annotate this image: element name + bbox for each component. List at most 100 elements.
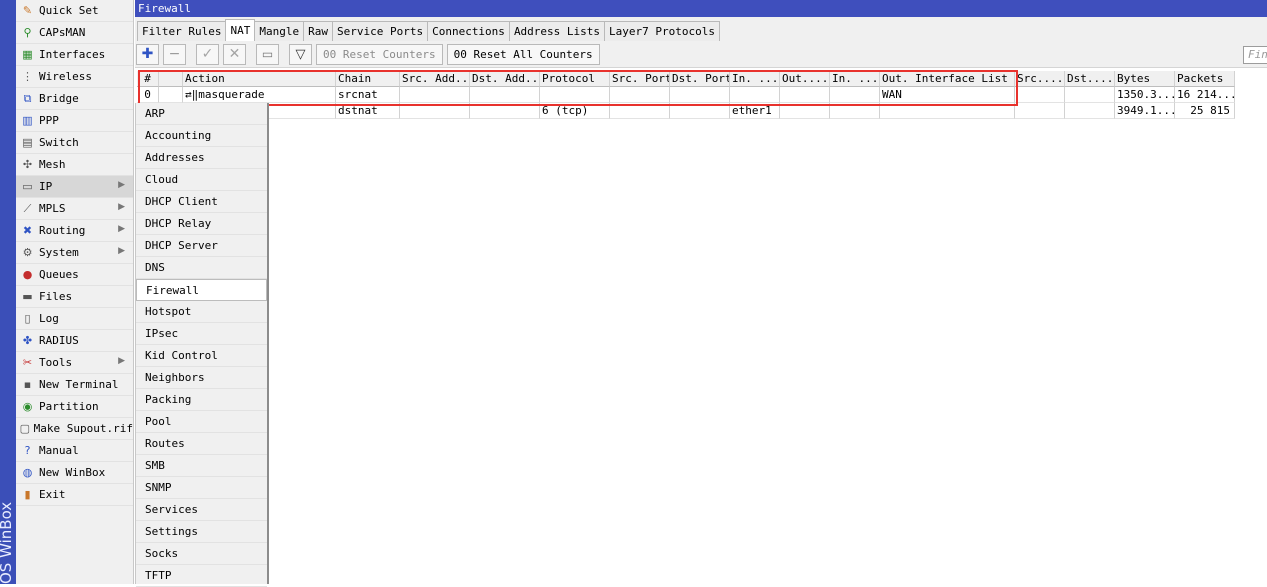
submenu-item-arp[interactable]: ARP [136,103,267,125]
menu-item-ip[interactable]: ▭ IP ▶ [16,176,133,198]
submenu-item-dhcp-client[interactable]: DHCP Client [136,191,267,213]
menu-item-queues[interactable]: ● Queues [16,264,133,286]
table-row[interactable]: 0 ⇄‖masquerade srcnat WAN 1350.3... 16 214... [137,87,1235,103]
submenu-item-services[interactable]: Services [136,499,267,521]
menu-item-radius[interactable]: ✤ RADIUS [16,330,133,352]
tab-layer7-protocols[interactable]: Layer7 Protocols [604,21,720,41]
comment-button[interactable]: ▭ [256,43,279,65]
menu-item-label: Interfaces [39,48,106,61]
submenu-item-settings[interactable]: Settings [136,521,267,543]
table-cell [880,103,1015,119]
window-title[interactable]: Firewall [135,0,1267,17]
menu-item-interfaces[interactable]: ▦ Interfaces [16,44,133,66]
submenu-item-accounting[interactable]: Accounting [136,125,267,147]
tab-nat[interactable]: NAT [225,19,256,41]
column-header[interactable]: In. ... [730,71,780,87]
firewall-window: Firewall Filter Rules NAT Mangle Raw Service… [135,0,1267,584]
column-header[interactable]: Dst. Add... [470,71,540,87]
submenu-arrow-icon: ▶ [118,202,125,212]
column-header[interactable]: Dst.... [1065,71,1115,87]
menu-item-wireless[interactable]: ⋮ Wireless [16,66,133,88]
column-header[interactable]: # [137,71,159,87]
switch-icon: ▤ [22,136,33,149]
menu-item-switch[interactable]: ▤ Switch [16,132,133,154]
submenu-item-pool[interactable]: Pool [136,411,267,433]
column-header[interactable]: Src. Port [610,71,670,87]
plus-icon: ✚ [141,46,154,62]
column-header[interactable]: Src.... [1015,71,1065,87]
submenu-item-packing[interactable]: Packing [136,389,267,411]
column-header[interactable]: Bytes [1115,71,1175,87]
menu-item-bridge[interactable]: ⧉ Bridge [16,88,133,110]
disable-button[interactable]: ✕ [223,43,246,65]
submenu-item-snmp[interactable]: SNMP [136,477,267,499]
submenu-item-smb[interactable]: SMB [136,455,267,477]
tab-address-lists[interactable]: Address Lists [508,21,606,41]
reset-all-counters-button[interactable]: 00 Reset All Counters [446,43,600,65]
table-header: # Action Chain Src. Add... Dst. Add... Protoc… [137,71,1235,87]
table-cell [1065,103,1115,119]
column-header[interactable]: In. ... [830,71,880,87]
tab-filter-rules[interactable]: Filter Rules [137,21,227,41]
table-cell [830,103,880,119]
table-row[interactable]: dstnat 6 (tcp) ether1 3949.1... 25 815 [137,103,1235,119]
submenu-item-dns[interactable]: DNS [136,257,267,279]
tab-raw[interactable]: Raw [303,21,333,41]
submenu-item-hotspot[interactable]: Hotspot [136,301,267,323]
remove-button[interactable]: − [163,43,186,65]
menu-item-exit[interactable]: ▮ Exit [16,484,133,506]
menu-item-tools[interactable]: ✂ Tools ▶ [16,352,133,374]
submenu-item-ipsec[interactable]: IPsec [136,323,267,345]
menu-item-new-terminal[interactable]: ▪ New Terminal [16,374,133,396]
files-icon: ▬ [22,290,33,303]
menu-item-partition[interactable]: ◉ Partition [16,396,133,418]
enable-button[interactable]: ✓ [196,43,219,65]
menu-item-label: New WinBox [39,466,106,479]
submenu-item-routes[interactable]: Routes [136,433,267,455]
column-header[interactable]: Packets [1175,71,1235,87]
column-header[interactable] [159,71,183,87]
menu-item-manual[interactable]: ? Manual [16,440,133,462]
column-header[interactable]: Src. Add... [400,71,470,87]
menu-item-mesh[interactable]: ✣ Mesh [16,154,133,176]
filter-button[interactable]: ▽ [289,43,312,65]
menu-item-log[interactable]: ▯ Log [16,308,133,330]
tab-mangle[interactable]: Mangle [254,21,305,41]
column-header[interactable]: Protocol [540,71,610,87]
tab-connections[interactable]: Connections [427,21,510,41]
reset-counters-button[interactable]: 00 Reset Counters [316,43,443,65]
submenu-item-firewall[interactable]: Firewall [136,279,267,301]
menu-item-system[interactable]: ⚙ System ▶ [16,242,133,264]
column-header[interactable]: Chain [336,71,400,87]
menu-item-capsman[interactable]: ⚲ CAPsMAN [16,22,133,44]
routing-icon: ✖ [22,224,33,237]
menu-item-mpls[interactable]: ⟋ MPLS ▶ [16,198,133,220]
menu-item-files[interactable]: ▬ Files [16,286,133,308]
tab-bar: Filter Rules NAT Mangle Raw Service Ports Con… [135,17,1267,41]
menu-item-make-supout-rif[interactable]: ▢ Make Supout.rif [16,418,133,440]
add-button[interactable]: ✚ [136,43,159,65]
submenu-item-cloud[interactable]: Cloud [136,169,267,191]
submenu-item-neighbors[interactable]: Neighbors [136,367,267,389]
column-header[interactable]: Out. Interface List [880,71,1015,87]
tools-icon: ✂ [22,356,33,369]
column-header[interactable]: Action [183,71,336,87]
submenu-item-addresses[interactable]: Addresses [136,147,267,169]
system-icon: ⚙ [22,246,33,259]
submenu-item-kid-control[interactable]: Kid Control [136,345,267,367]
menu-item-routing[interactable]: ✖ Routing ▶ [16,220,133,242]
menu-item-label: RADIUS [39,334,79,347]
table-cell [730,87,780,103]
menu-item-ppp[interactable]: ▥ PPP [16,110,133,132]
find-input[interactable]: Find [1243,46,1267,64]
menu-item-quick-set[interactable]: ✎ Quick Set [16,0,133,22]
submenu-item-socks[interactable]: Socks [136,543,267,565]
menu-item-label: Make Supout.rif [33,422,133,435]
column-header[interactable]: Out.... [780,71,830,87]
column-header[interactable]: Dst. Port [670,71,730,87]
submenu-item-dhcp-server[interactable]: DHCP Server [136,235,267,257]
menu-item-label: New Terminal [39,378,119,391]
tab-service-ports[interactable]: Service Ports [331,21,429,41]
submenu-item-dhcp-relay[interactable]: DHCP Relay [136,213,267,235]
menu-item-new-winbox[interactable]: ◍ New WinBox [16,462,133,484]
